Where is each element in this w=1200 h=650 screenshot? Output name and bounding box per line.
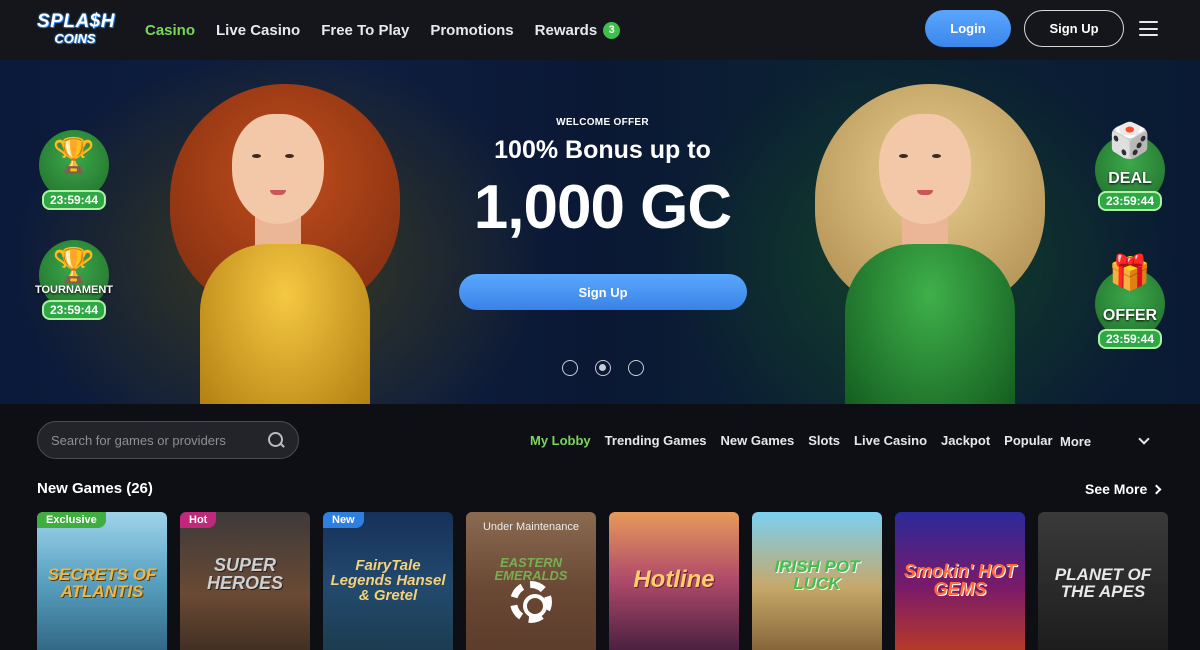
hero-woman-left-image bbox=[150, 74, 410, 404]
site-logo[interactable]: SPLA$H COINS bbox=[37, 11, 115, 48]
nav-promotions[interactable]: Promotions bbox=[430, 22, 513, 39]
tab-trending-games[interactable]: Trending Games bbox=[605, 433, 707, 448]
tab-live-casino[interactable]: Live Casino bbox=[854, 433, 927, 448]
game-tag-badge: Hot bbox=[180, 512, 217, 528]
tab-new-games[interactable]: New Games bbox=[721, 433, 795, 448]
game-tile[interactable]: Hot SUPER HEROES bbox=[180, 512, 310, 650]
promo-offer[interactable]: 🎁 OFFER 23:59:44 bbox=[1090, 254, 1170, 349]
carousel-dot-3[interactable] bbox=[628, 360, 644, 376]
hero-offer: WELCOME OFFER 100% Bonus up to 1,000 GC … bbox=[450, 60, 755, 404]
game-tile[interactable]: IRISH POT LUCK bbox=[752, 512, 882, 650]
promo-label: TOURNAMENT bbox=[34, 284, 113, 296]
game-tile[interactable]: Hotline bbox=[609, 512, 739, 650]
more-dropdown[interactable]: More bbox=[1060, 432, 1152, 450]
promo-label: OFFER bbox=[1102, 307, 1158, 324]
game-tile[interactable]: Exclusive SECRETS OF ATLANTIS bbox=[37, 512, 167, 650]
section-title: New Games (26) bbox=[37, 480, 153, 497]
logo-line1: SPLA$H bbox=[37, 11, 115, 32]
search-box bbox=[37, 421, 299, 459]
search-icon[interactable] bbox=[267, 431, 285, 449]
offer-headline: 100% Bonus up to bbox=[494, 136, 711, 164]
promo-timer: 23:59:44 bbox=[1097, 191, 1163, 211]
promo-deal[interactable]: 🎲 DEAL 23:59:44 bbox=[1090, 122, 1170, 215]
signup-button[interactable]: Sign Up bbox=[1024, 10, 1124, 47]
category-tabs: My Lobby Trending Games New Games Slots … bbox=[530, 431, 1053, 449]
game-tile[interactable]: PLANET OF THE APES bbox=[1038, 512, 1168, 650]
hamburger-icon[interactable] bbox=[1139, 21, 1158, 37]
promo-timer: 23:59:44 bbox=[1097, 329, 1163, 349]
game-tag-badge: Exclusive bbox=[37, 512, 106, 528]
nav-free-to-play[interactable]: Free To Play bbox=[321, 22, 409, 39]
hero-signup-button[interactable]: Sign Up bbox=[459, 274, 747, 310]
main-nav-links: Casino Live Casino Free To Play Promotio… bbox=[145, 0, 621, 60]
game-title: SUPER HEROES bbox=[206, 555, 284, 593]
promo-tournament[interactable]: 🏆 TOURNAMENT 23:59:44 bbox=[34, 240, 114, 320]
tab-jackpot[interactable]: Jackpot bbox=[941, 433, 990, 448]
nav-casino[interactable]: Casino bbox=[145, 22, 195, 39]
game-title: FairyTale Legends Hansel & Gretel bbox=[330, 557, 446, 604]
gear-icon bbox=[510, 581, 552, 623]
logo-line2: COINS bbox=[54, 31, 96, 46]
promo-trophy[interactable]: 🏆 23:59:44 bbox=[34, 130, 114, 210]
maintenance-label: Under Maintenance bbox=[482, 521, 579, 533]
game-tile[interactable]: New FairyTale Legends Hansel & Gretel bbox=[323, 512, 453, 650]
carousel-dots bbox=[562, 360, 646, 376]
chevron-down-icon bbox=[1138, 433, 1150, 445]
game-tiles-row: Exclusive SECRETS OF ATLANTIS Hot SUPER … bbox=[37, 512, 1168, 650]
tab-popular[interactable]: Popular bbox=[1004, 433, 1052, 448]
game-title: Smokin' HOT GEMS bbox=[903, 561, 1017, 599]
more-label: More bbox=[1060, 433, 1092, 449]
game-tile[interactable]: Under Maintenance EASTERN EMERALDS bbox=[466, 512, 596, 650]
game-tag-badge: New bbox=[323, 512, 364, 528]
game-title: Hotline bbox=[633, 566, 715, 593]
see-more-label: See More bbox=[1085, 481, 1148, 497]
search-input[interactable] bbox=[51, 432, 267, 448]
carousel-dot-2[interactable] bbox=[595, 360, 611, 376]
nav-rewards-label: Rewards bbox=[534, 21, 598, 39]
promo-timer: 23:59:44 bbox=[41, 300, 107, 320]
login-button[interactable]: Login bbox=[925, 10, 1011, 47]
game-tile[interactable]: Smokin' HOT GEMS bbox=[895, 512, 1025, 650]
see-more-link[interactable]: See More bbox=[1085, 481, 1162, 497]
nav-live-casino[interactable]: Live Casino bbox=[216, 22, 300, 39]
rewards-count-badge: 3 bbox=[603, 21, 621, 39]
offer-eyebrow: WELCOME OFFER bbox=[556, 117, 649, 128]
carousel-dot-1[interactable] bbox=[562, 360, 578, 376]
game-title: IRISH POT LUCK bbox=[774, 557, 860, 593]
game-title: SECRETS OF ATLANTIS bbox=[47, 565, 157, 601]
nav-rewards[interactable]: Rewards 3 bbox=[534, 21, 621, 39]
offer-amount: 1,000 GC bbox=[473, 173, 732, 242]
chevron-right-icon bbox=[1151, 484, 1162, 494]
promo-label: DEAL bbox=[1108, 170, 1152, 187]
game-title: EASTERN EMERALDS bbox=[494, 555, 568, 583]
tab-my-lobby[interactable]: My Lobby bbox=[530, 433, 591, 448]
game-title: PLANET OF THE APES bbox=[1054, 565, 1152, 601]
top-nav: SPLA$H COINS Casino Live Casino Free To … bbox=[0, 0, 1200, 60]
promo-timer: 23:59:44 bbox=[41, 190, 107, 210]
hero-woman-right-image bbox=[795, 74, 1055, 404]
tab-slots[interactable]: Slots bbox=[808, 433, 840, 448]
hero-banner[interactable]: WELCOME OFFER 100% Bonus up to 1,000 GC … bbox=[0, 60, 1200, 404]
